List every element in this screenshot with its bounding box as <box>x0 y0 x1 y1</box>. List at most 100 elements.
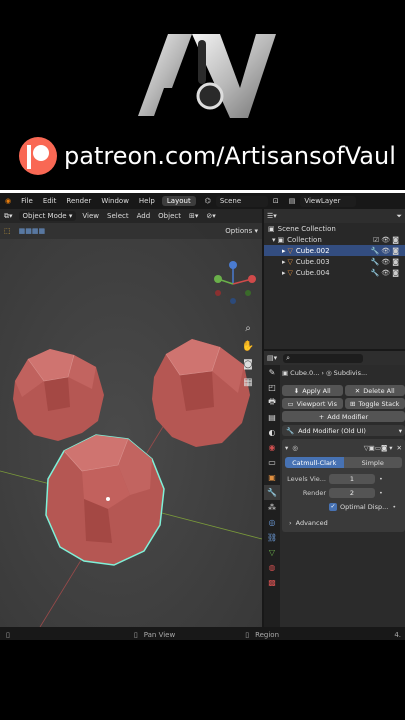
camera-icon[interactable]: ◙ <box>241 357 255 371</box>
add-modifier-old-label: Add Modifier (Old UI) <box>298 426 366 435</box>
collection-icon: ▣ <box>277 235 285 244</box>
properties-editor: ▤▾ ⌕ ✎ ◰ 🖶 ▤ ◐ ◉ ▭ ▣ 🔧 ⁂ ◎ ⛓ ▽ ◍ ▩ ▣ Cub… <box>262 349 405 629</box>
subdivision-modifier-panel: ▾ ◎ ▽▣▭◙ ▾ ✕ Catmull-Clark Simple Levels… <box>282 439 405 532</box>
menu-file[interactable]: File <box>16 197 38 205</box>
toggle-stack-button[interactable]: ⊞ Toggle Stack <box>344 398 405 409</box>
add-modifier-old-dropdown[interactable]: 🔧 Add Modifier (Old UI) ▾ <box>282 425 405 436</box>
render-tab-icon[interactable]: ◰ <box>264 380 280 395</box>
menu-add[interactable]: Add <box>133 212 155 220</box>
add-modifier-button[interactable]: + Add Modifier <box>282 411 405 422</box>
mode-dropdown[interactable]: Object Mode ▾ <box>18 211 77 221</box>
outliner-collection[interactable]: ▾ ▣ Collection ☑👁◙ <box>264 234 405 245</box>
collection-visibility-icons[interactable]: ☑👁◙ <box>373 236 405 244</box>
modifier-menu-icon[interactable]: ▾ <box>389 444 392 452</box>
simple-option[interactable]: Simple <box>343 457 402 468</box>
levels-viewport-field[interactable]: 1 <box>329 474 375 484</box>
blender-logo-icon[interactable]: ◉ <box>0 197 16 205</box>
navigation-gizmo[interactable] <box>208 259 258 309</box>
outliner: ☰▾ ⏷ ▣ Scene Collection ▾ ▣ Collection ☑… <box>262 209 405 349</box>
view-layer-icon[interactable]: ▤ <box>284 197 301 205</box>
render-levels-field[interactable]: 2 <box>329 488 375 498</box>
menu-select[interactable]: Select <box>103 212 133 220</box>
outliner-filter-icon[interactable]: ⏷ <box>396 212 402 221</box>
toggle-stack-label: Toggle Stack <box>358 399 400 408</box>
viewport-header: ⧉▾ Object Mode ▾ View Select Add Object … <box>0 209 262 223</box>
mesh-icon: ▽ <box>287 246 293 255</box>
output-tab-icon[interactable]: 🖶 <box>264 395 280 410</box>
properties-search-icon[interactable]: ⌕ <box>283 353 364 363</box>
grid-perspective-icon[interactable]: ▦ <box>241 375 255 389</box>
scene-collection-label: Scene Collection <box>277 224 336 233</box>
status-pan-view: Pan View <box>143 631 176 639</box>
object-visibility-icons[interactable]: 🔧👁◙ <box>371 258 405 266</box>
object-visibility-icons[interactable]: 🔧👁◙ <box>371 269 405 277</box>
menu-object[interactable]: Object <box>154 212 185 220</box>
scene-selector[interactable]: Scene <box>215 195 268 207</box>
scene-pin-icon[interactable]: ⊡ <box>268 197 284 205</box>
status-region: Region <box>255 631 280 639</box>
expand-icon[interactable]: ▸ <box>282 269 286 277</box>
menu-view[interactable]: View <box>78 212 103 220</box>
editor-type-icon[interactable]: ⧉▾ <box>0 212 17 221</box>
particles-tab-icon[interactable]: ⁂ <box>264 500 280 515</box>
remove-modifier-icon[interactable]: ✕ <box>397 444 402 452</box>
3d-viewport[interactable]: ⧉▾ Object Mode ▾ View Select Add Object … <box>0 209 262 627</box>
menu-help[interactable]: Help <box>134 197 160 205</box>
modifier-tab-icon[interactable]: 🔧 <box>264 485 280 500</box>
advanced-label: Advanced <box>295 519 328 527</box>
outliner-item-cube-002[interactable]: ▸ ▽ Cube.002 🔧👁◙ <box>264 245 405 256</box>
cube-004-mesh <box>45 434 165 566</box>
transform-orientation-icon[interactable]: ⊞▾ <box>185 212 202 220</box>
physics-tab-icon[interactable]: ◎ <box>264 515 280 530</box>
texture-tab-icon[interactable]: ▩ <box>264 575 280 590</box>
constraints-tab-icon[interactable]: ⛓ <box>264 530 280 545</box>
tool-tab-icon[interactable]: ✎ <box>264 365 280 380</box>
outliner-scene-collection[interactable]: ▣ Scene Collection <box>264 223 405 234</box>
view-layer-selector[interactable]: ViewLayer <box>300 195 357 207</box>
catmull-clark-option[interactable]: Catmull-Clark <box>285 457 344 468</box>
select-tool-icon[interactable]: ⬚ <box>0 227 15 235</box>
mode-label: Object Mode <box>22 212 67 220</box>
material-tab-icon[interactable]: ◍ <box>264 560 280 575</box>
viewport-vis-button[interactable]: ▭ Viewport Vis <box>282 398 343 409</box>
patreon-link[interactable]: patreon.com/ArtisansofVaul <box>18 134 396 178</box>
keyframe-dot-icon[interactable]: • <box>379 475 383 483</box>
expand-icon[interactable]: ▸ <box>282 258 286 266</box>
collapse-icon[interactable]: ▾ <box>285 444 288 452</box>
scene-icon[interactable]: ⌬ <box>200 197 216 205</box>
patreon-url-text: patreon.com/ArtisansofVaul <box>64 142 396 170</box>
snap-icon[interactable]: ⊘▾ <box>202 212 219 220</box>
outliner-item-cube-003[interactable]: ▸ ▽ Cube.003 🔧👁◙ <box>264 256 405 267</box>
view-layer-tab-icon[interactable]: ▤ <box>264 410 280 425</box>
tab-layout[interactable]: Layout <box>161 196 196 206</box>
menu-render[interactable]: Render <box>61 197 96 205</box>
zoom-icon[interactable]: ⌕ <box>241 321 255 335</box>
properties-tabs: ✎ ◰ 🖶 ▤ ◐ ◉ ▭ ▣ 🔧 ⁂ ◎ ⛓ ▽ ◍ ▩ <box>264 365 280 629</box>
delete-all-button[interactable]: ✕ Delete All <box>344 385 405 396</box>
delete-all-label: Delete All <box>363 386 395 395</box>
modifier-toggle-icons[interactable]: ▽▣▭◙ <box>364 444 388 452</box>
keyframe-dot-icon[interactable]: • <box>379 489 383 497</box>
object-tab-icon[interactable]: ▣ <box>264 470 280 485</box>
advanced-subpanel[interactable]: › Advanced <box>285 517 402 529</box>
menu-edit[interactable]: Edit <box>38 197 62 205</box>
world-tab-icon[interactable]: ◉ <box>264 440 280 455</box>
subdivision-icon: ◎ <box>292 443 298 452</box>
apply-all-button[interactable]: ⬇ Apply All <box>282 385 343 396</box>
object-label: Cube.002 <box>295 246 330 255</box>
expand-icon[interactable]: ▸ <box>282 247 286 255</box>
scene-tab-icon[interactable]: ◐ <box>264 425 280 440</box>
options-dropdown[interactable]: Options ▾ <box>221 227 262 235</box>
object-visibility-icons[interactable]: 🔧👁◙ <box>371 247 405 255</box>
optimal-display-checkbox[interactable]: ✓ <box>329 503 337 511</box>
menu-window[interactable]: Window <box>96 197 134 205</box>
data-tab-icon[interactable]: ▽ <box>264 545 280 560</box>
outliner-type-icon[interactable]: ☰▾ <box>267 212 277 220</box>
expand-icon[interactable]: ▾ <box>272 236 276 244</box>
properties-type-icon[interactable]: ▤▾ <box>267 354 277 362</box>
outliner-item-cube-004[interactable]: ▸ ▽ Cube.004 🔧👁◙ <box>264 267 405 278</box>
select-box-icon[interactable]: ▦▦▦▦ <box>15 227 49 235</box>
pan-hand-icon[interactable]: ✋ <box>241 339 255 353</box>
keyframe-dot-icon[interactable]: • <box>392 503 396 511</box>
collection-tab-icon[interactable]: ▭ <box>264 455 280 470</box>
